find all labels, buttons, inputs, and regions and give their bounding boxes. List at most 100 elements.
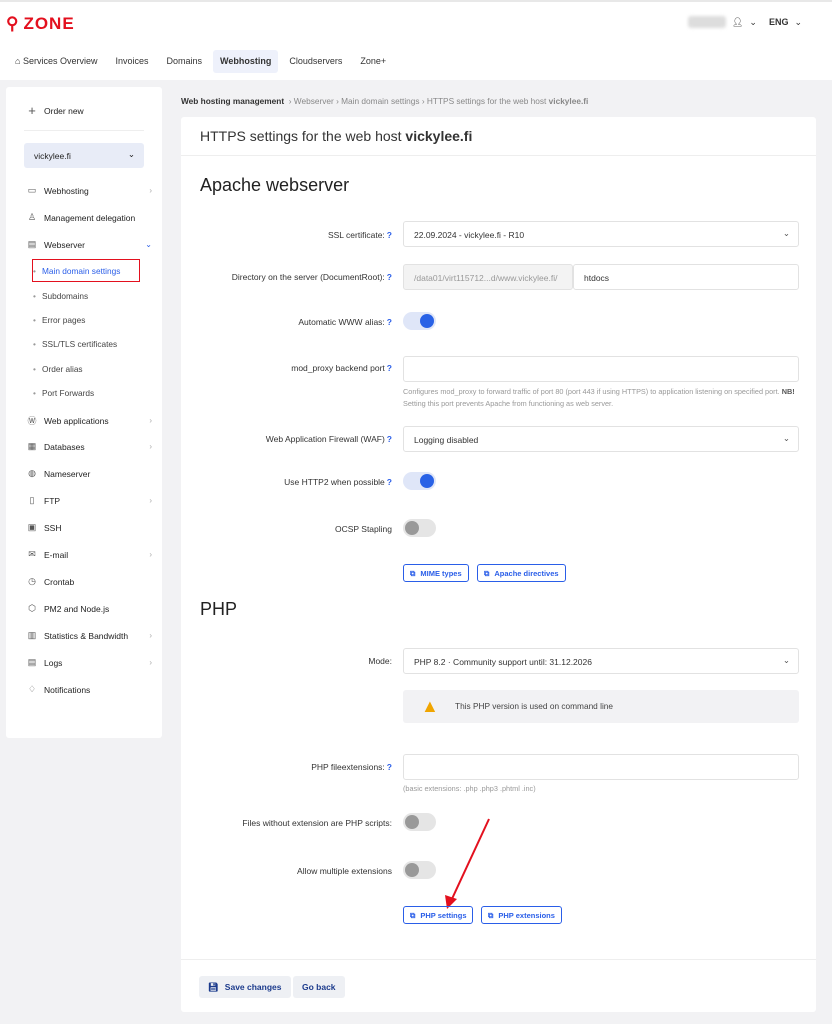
main-nav: ⌂ Services Overview Invoices Domains Web… [8,50,393,73]
form-mode-value: PHP 8.2 · Community support until: 31.12… [414,657,592,667]
php-extensions-input[interactable] [403,754,799,780]
http2-toggle[interactable] [403,472,436,490]
apache-directives-button[interactable]: ⧉ Apache directives [477,564,566,582]
tab-webhosting[interactable]: Webhosting [213,50,279,73]
chevron-down-icon: ⌄ [794,16,802,27]
sidebar-item-management-delegation[interactable]: ♙ Management delegation [27,212,152,223]
sidebar-item-ftp[interactable]: ▯ FTP › [27,495,152,506]
go-back-button[interactable]: Go back [293,976,345,998]
plus-icon: + [28,103,36,118]
warning-icon: ▲ [421,696,439,716]
sidebar-order-new: Order new [44,105,84,116]
header: ⚲ ZONE 👤︎ ⌄ ENG ⌄ ⌂ Services Overview Invoic… [0,0,832,80]
sidebar-item-notifications[interactable]: ♢ Notifications [27,684,152,695]
section-apache: Apache webserver [200,175,350,195]
help-icon: ? [386,230,392,240]
waf-select[interactable]: Logging disabled ⌄ [403,426,799,452]
sidebar-item-crontab[interactable]: ◷ Crontab [27,576,152,587]
sidebar-item-email[interactable]: ✉ E-mail › [27,549,152,560]
element: PHP fileextensions:? [311,762,392,772]
sidebar-item-databases[interactable]: ▦ Databases › [27,441,152,452]
sidebar-domain: vickylee.fi [34,151,71,161]
www-alias-toggle[interactable] [403,312,436,330]
tab-invoices[interactable]: Invoices [108,50,155,73]
sidebar-item-ssh[interactable]: ▣ SSH [27,522,152,533]
no-extension-toggle[interactable] [403,813,436,831]
form-ssl-label: SSL certificate: [327,230,385,240]
divider [24,130,144,131]
php-warning: ▲ This PHP version is used on command lin… [403,690,799,723]
sidebar-items-11: Statistics & Bandwidth [44,630,129,641]
sidebar-items-8: E-mail [44,549,69,560]
form-mode-label: Mode: [368,656,392,666]
form-waf-label: Web Application Firewall (WAF) [265,434,385,444]
form-ext-label: PHP fileextensions: [311,762,385,772]
sidebar-item-logs[interactable]: ▤ Logs › [27,657,152,668]
chart-icon: ▥ [27,630,37,640]
element: › [149,442,152,451]
element: ? [386,477,392,487]
settings-card: HTTPS settings for the web host vickylee… [181,117,816,1012]
sidebar-sub-port-forwards[interactable]: Port Forwards [33,388,94,398]
log-icon: ▤ [27,657,37,667]
sidebar-item-pm2[interactable]: ⬡ PM2 and Node.js [27,603,152,614]
sidebar-sub-ssl-certificates[interactable]: SSL/TLS certificates [33,339,117,349]
ocsp-toggle[interactable] [403,519,436,537]
tab-cloudservers[interactable]: Cloudservers [282,50,349,73]
sidebar-items-12: Logs [44,657,63,668]
order-new-button[interactable]: + Order new [27,103,152,118]
monitor-icon: ▭ [27,185,37,195]
domain-select[interactable]: vickylee.fi ⌄ [24,143,144,168]
form-back: Go back [302,982,336,992]
form-docroot-label: Directory on the server (DocumentRoot): [231,272,385,282]
multiple-extensions-toggle[interactable] [403,861,436,879]
php-extensions-button[interactable]: ⧉ PHP extensions [481,906,562,924]
sidebar-sub-error-pages[interactable]: Error pages [33,315,85,325]
breadcrumb-items: › Webserver › Main domain settings › HTT… [288,96,547,106]
save-changes-button[interactable]: 💾︎ Save changes [199,976,291,998]
sidebar: + Order new vickylee.fi ⌄ ▭ Webhosting › ♙ Ma… [6,87,162,738]
mod-proxy-port-input[interactable] [403,356,799,382]
sidebar-items-13: Notifications [44,684,91,695]
file-icon: ▯ [29,495,35,505]
element [181,155,816,156]
user-icon: 👤︎ [731,16,744,27]
globe-icon: ◍ [28,468,36,478]
docroot-input[interactable]: htdocs [573,264,799,290]
element: ? [386,762,392,772]
form-mime: MIME types [420,569,462,578]
form-www-label: Automatic WWW alias: [298,317,385,327]
breadcrumb-host: vickylee.fi [548,96,589,106]
page-host: vickylee.fi [405,128,473,144]
mime-types-button[interactable]: ⧉ MIME types [403,564,469,582]
php-mode-select[interactable]: PHP 8.2 · Community support until: 31.12… [403,648,799,674]
ext-help: (basic extensions: .php .php3 .phtml .in… [403,784,536,793]
breadcrumb-root[interactable]: Web hosting management [181,96,284,106]
sidebar-items-7: SSH [44,522,62,533]
breadcrumb: Web hosting management › Webserver › Mai… [181,96,588,106]
sidebar-sub-order-alias[interactable]: Order alias [33,364,82,374]
sidebar-item-webhosting[interactable]: ▭ Webhosting › [27,185,152,196]
sidebar-items-5: Nameserver [44,468,91,479]
sidebar-sub-subdomains[interactable]: Subdomains [33,291,88,301]
sidebar-items-6: FTP [44,495,61,506]
database-icon: ▦ [27,441,37,451]
sidebar-items-3: Web applications [44,415,109,426]
ssl-certificate-select[interactable]: 22.09.2024 - vickylee.fi - R10 ⌄ [403,221,799,247]
page-title: HTTPS settings for the web host [200,128,402,144]
zone-logo[interactable]: ⚲ ZONE [6,14,75,34]
sidebar-sub-main-domain-settings[interactable]: Main domain settings [33,266,120,276]
ssl-label: SSL certificate:? [328,230,392,240]
sidebar-item-statistics[interactable]: ▥ Statistics & Bandwidth › [27,630,152,641]
tab-domains[interactable]: Domains [160,50,210,73]
tab-zone-plus[interactable]: Zone+ [353,50,393,73]
sidebar-item-web-applications[interactable]: Ⓦ Web applications › [27,414,152,427]
sidebar-item-nameserver[interactable]: ◍ Nameserver [27,468,152,479]
element: › [149,416,152,425]
sidebar-item-webserver[interactable]: ▤ Webserver ⌄ [27,239,152,250]
tab-services-overview[interactable]: ⌂ Services Overview [8,50,104,73]
language-select[interactable]: ENG [769,17,789,27]
form-php-settings: PHP settings [420,911,467,920]
user-menu[interactable]: 👤︎ ⌄ ENG ⌄ [687,16,802,28]
php-settings-button[interactable]: ⧉ PHP settings [403,906,474,924]
